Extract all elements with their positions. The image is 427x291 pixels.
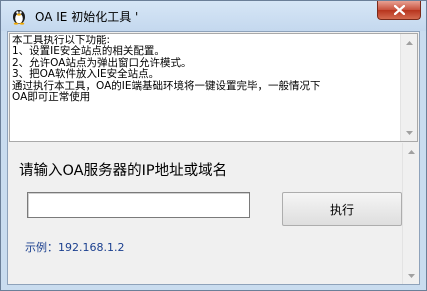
window-title: OA IE 初始化工具 ' bbox=[35, 10, 139, 24]
ip-address-input[interactable] bbox=[27, 192, 250, 218]
scroll-up-button[interactable] bbox=[401, 34, 417, 51]
dialog-body: 本工具执行以下功能: 1、设置IE安全站点的相关配置。 2、允许OA站点为弹出窗… bbox=[7, 31, 420, 285]
arrow-down-icon bbox=[407, 273, 415, 278]
main-scroll-up-button[interactable] bbox=[403, 143, 419, 160]
example-text: 示例：192.168.1.2 bbox=[25, 241, 125, 254]
app-window: OA IE 初始化工具 ' 本工具执行以下功能: 1、设置IE安全站点的相关配置… bbox=[0, 0, 427, 291]
close-button[interactable] bbox=[377, 1, 421, 20]
title-bar[interactable]: OA IE 初始化工具 ' bbox=[1, 1, 426, 31]
info-scrollbar[interactable] bbox=[400, 34, 417, 141]
arrow-up-icon bbox=[405, 40, 413, 45]
ip-prompt-label: 请输入OA服务器的IP地址或域名 bbox=[19, 163, 228, 179]
main-scroll-down-button[interactable] bbox=[403, 267, 419, 284]
execute-button[interactable]: 执行 bbox=[282, 192, 402, 226]
penguin-icon bbox=[13, 10, 25, 25]
info-text: 本工具执行以下功能: 1、设置IE安全站点的相关配置。 2、允许OA站点为弹出窗… bbox=[12, 35, 321, 104]
arrow-down-icon bbox=[405, 130, 413, 135]
info-textarea[interactable]: 本工具执行以下功能: 1、设置IE安全站点的相关配置。 2、允许OA站点为弹出窗… bbox=[9, 33, 418, 142]
main-scrollbar[interactable] bbox=[402, 143, 419, 284]
close-icon bbox=[393, 5, 405, 15]
arrow-up-icon bbox=[407, 149, 415, 154]
scroll-down-button[interactable] bbox=[401, 124, 417, 141]
